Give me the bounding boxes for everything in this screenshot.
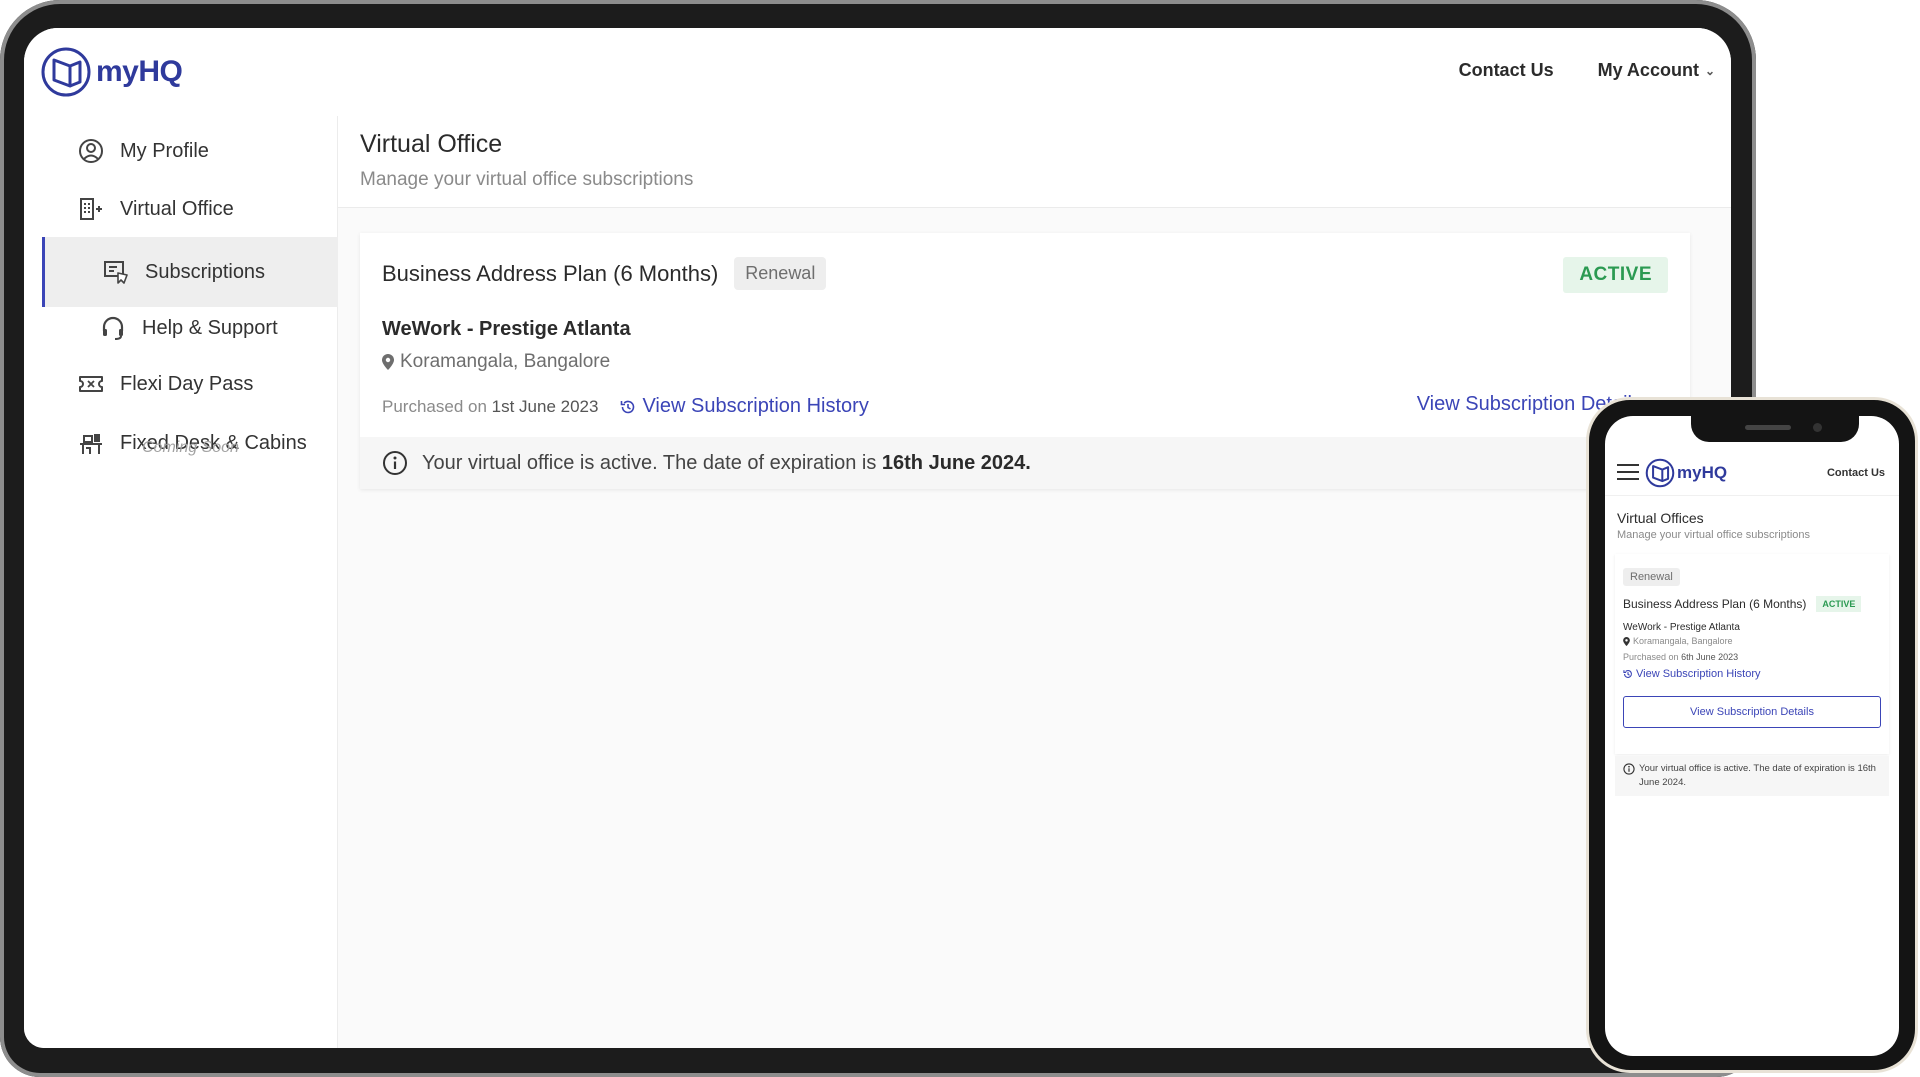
notice-message: Your virtual office is active. The date … [422,451,877,474]
page-subtitle: Manage your virtual office subscriptions [360,169,694,190]
mobile-page-title: Virtual Offices [1617,510,1704,526]
camera-icon [1813,423,1822,432]
venue-locality: Koramangala, Bangalore [1623,636,1733,646]
history-icon [621,400,635,413]
sidebar-item-label: My Profile [120,139,209,162]
brand-name: myHQ [96,55,183,88]
tablet-frame: myHQ Contact Us My Account ⌄ My Profile [0,0,1756,1077]
info-icon [383,451,407,475]
my-account-label: My Account [1597,60,1699,80]
notice-text: Your virtual office is active. The date … [1639,763,1876,788]
page-title: Virtual Office [360,130,503,158]
status-badge: ACTIVE [1563,257,1668,293]
locality-text: Koramangala, Bangalore [400,351,611,372]
view-subscription-history-link[interactable]: View Subscription History [1623,668,1761,680]
phone-frame: myHQ Contact Us Virtual Offices Manage y… [1586,397,1918,1073]
purchase-date-text: Purchased on 1st June 2023 [382,397,598,417]
plan-name: Business Address Plan (6 Months) [1623,597,1807,611]
my-account-menu[interactable]: My Account ⌄ [1598,60,1715,81]
chevron-down-icon: ⌄ [1704,63,1715,78]
phone-notch [1691,416,1859,442]
tablet-screen: myHQ Contact Us My Account ⌄ My Profile [24,28,1731,1048]
page-header: Virtual Office Manage your virtual offic… [338,116,1731,208]
history-icon [1623,670,1632,678]
myhq-logo-icon [41,47,91,97]
mobile-expiration-notice: Your virtual office is active. The date … [1615,756,1889,796]
sidebar-item-label: Subscriptions [145,260,266,283]
mobile-subscription-card: Renewal Business Address Plan (6 Months)… [1615,554,1889,754]
user-circle-icon [79,139,103,163]
phone-screen: myHQ Contact Us Virtual Offices Manage y… [1605,416,1899,1056]
desk-icon [80,434,102,454]
expiration-notice: Your virtual office is active. The date … [360,437,1690,489]
myhq-logo-icon [1645,458,1675,488]
mobile-contact-us-link[interactable]: Contact Us [1827,467,1885,479]
sidebar-item-label: Flexi Day Pass [120,372,254,395]
venue-locality: Koramangala, Bangalore [382,351,610,373]
ticket-icon [79,376,103,392]
purchase-info: Purchased on 1st June 2023 View Subscrip… [382,395,869,418]
history-link-label: View Subscription History [1636,668,1761,680]
hamburger-menu-icon[interactable] [1617,464,1639,482]
headset-icon [102,316,124,340]
venue-name: WeWork - Prestige Atlanta [382,318,631,340]
mobile-plan-row: Business Address Plan (6 Months) ACTIVE [1623,596,1862,612]
card-header: Business Address Plan (6 Months) Renewal [382,257,827,290]
mobile-page-subtitle: Manage your virtual office subscriptions [1617,529,1811,541]
brand-name: myHQ [1677,463,1728,482]
main-content: Virtual Office Manage your virtual offic… [338,116,1731,1048]
info-icon [1623,763,1635,775]
sidebar: My Profile Virtual Office Subscriptions [24,116,338,1048]
renewal-badge: Renewal [734,257,827,290]
mobile-brand-logo[interactable]: myHQ [1645,458,1727,488]
building-icon [80,198,102,220]
brand-logo[interactable]: myHQ [40,46,183,98]
mobile-header: myHQ Contact Us [1605,456,1899,496]
top-navigation-bar: myHQ Contact Us My Account ⌄ [24,28,1731,116]
purchased-date: 1st June 2023 [491,396,599,416]
renewal-badge: Renewal [1623,568,1680,586]
top-links: Contact Us My Account ⌄ [1459,60,1715,81]
purchased-label: Purchased on [382,396,487,416]
location-pin-icon [1623,636,1630,646]
purchased-date: 6th June 2023 [1681,652,1739,662]
status-badge: ACTIVE [1816,596,1862,612]
notice-text: Your virtual office is active. The date … [422,452,1031,475]
purchase-info: Purchased on 6th June 2023 [1623,652,1738,662]
subscription-icon [104,261,128,284]
contact-us-link[interactable]: Contact Us [1459,60,1554,81]
plan-name: Business Address Plan (6 Months) [382,260,719,286]
locality-text: Koramangala, Bangalore [1633,636,1733,646]
location-pin-icon [382,354,394,370]
sidebar-item-label: Help & Support [142,316,278,339]
sidebar-item-label: Virtual Office [120,197,234,220]
sidebar-item-virtual-office[interactable]: Virtual Office [42,174,338,244]
history-link-label: View Subscription History [642,395,869,417]
venue-name: WeWork - Prestige Atlanta [1623,622,1740,633]
subscription-card: Business Address Plan (6 Months) Renewal… [360,233,1690,489]
purchased-label: Purchased on [1623,652,1679,662]
speaker-icon [1745,425,1791,430]
view-subscription-details-button[interactable]: View Subscription Details [1623,696,1881,728]
coming-soon-note: Coming Soon [142,439,239,456]
view-subscription-history-link[interactable]: View Subscription History [620,395,869,418]
notice-expiry-date: 16th June 2024. [881,451,1031,474]
